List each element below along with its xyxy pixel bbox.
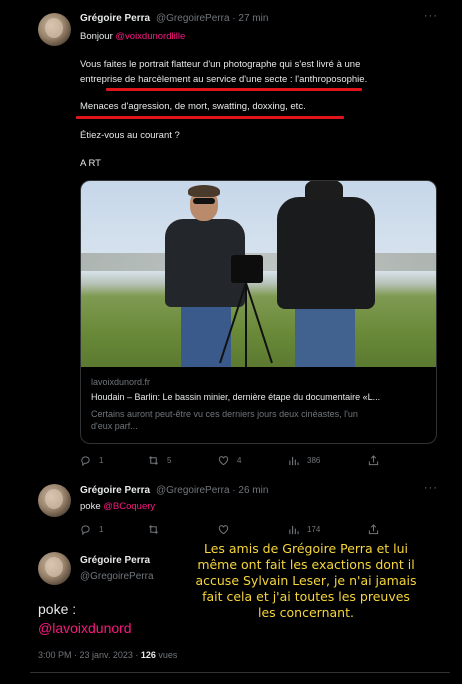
mention-link[interactable]: @voixdunordlille [115, 31, 185, 42]
author-name[interactable]: Grégoire Perra [80, 13, 150, 24]
card-domain: lavoixdunord.fr [91, 377, 151, 387]
divider [30, 672, 450, 673]
tweet-actions: 1 5 4 386 [80, 455, 390, 469]
tweet-timestamp: 3:00 PM · 23 janv. 2023 · 126 vues [38, 650, 178, 660]
link-preview-card[interactable]: lavoixdunord.fr Houdain – Barlin: Le bas… [80, 180, 437, 444]
tweet-actions: 1 174 [80, 524, 390, 538]
retweet-button[interactable] [148, 524, 159, 535]
tweet-text: poke @BCoquery [80, 501, 156, 512]
author-name[interactable]: Grégoire Perra [80, 485, 150, 496]
share-button[interactable] [368, 524, 379, 535]
reply-button[interactable]: 1 [80, 524, 103, 535]
more-options-icon[interactable]: ··· [424, 482, 438, 494]
heart-icon [218, 525, 229, 535]
reply-icon [81, 456, 90, 466]
author-avatar[interactable] [38, 552, 71, 585]
tweet-text-line: entreprise de harcèlement au service d'u… [80, 74, 368, 85]
views-chart-icon [289, 525, 299, 535]
retweet-icon [149, 456, 158, 465]
author-handle: @GregoirePerra · 26 min [156, 485, 269, 496]
views-button[interactable]: 174 [288, 524, 320, 535]
overlay-line: accuse Sylvain Leser, je n'ai jamais [195, 573, 417, 588]
more-options-icon[interactable]: ··· [424, 10, 438, 22]
tweet-2[interactable]: Grégoire Perra @GregoirePerra · 26 min ·… [0, 480, 462, 540]
tweet-1[interactable]: Grégoire Perra @GregoirePerra · 27 min ·… [0, 0, 462, 480]
views-chart-icon [289, 456, 299, 466]
overlay-line: fait cela et j'ai toutes les preuves [202, 589, 410, 604]
tweet-text-line: A RT [80, 158, 101, 169]
tweet-text-line: Étiez-vous au courant ? [80, 130, 180, 141]
tweet-greeting: Bonjour @voixdunordlille [80, 31, 186, 42]
overlay-line: les concernant. [258, 605, 354, 620]
tweet-text-line: Vous faites le portrait flatteur d'un ph… [80, 59, 361, 70]
mention-link[interactable]: @lavoixdunord [38, 620, 132, 636]
author-avatar[interactable] [38, 13, 71, 46]
red-underline [76, 116, 344, 119]
retweet-icon [149, 525, 158, 534]
overlay-line: même ont fait les exactions dont il [197, 557, 415, 572]
article-photo [81, 181, 436, 367]
card-title[interactable]: Houdain – Barlin: Le bassin minier, dern… [91, 392, 380, 402]
author-handle: @GregoirePerra [80, 571, 154, 582]
author-name[interactable]: Grégoire Perra [80, 555, 150, 566]
tweet-text-line: Menaces d'agression, de mort, swatting, … [80, 101, 306, 112]
card-description: d'eux parf... [91, 421, 138, 431]
tweet-text: poke : [38, 601, 77, 617]
author-handle: @GregoirePerra · 27 min [156, 13, 269, 24]
views-button[interactable]: 386 [288, 455, 320, 466]
reply-icon [81, 525, 90, 535]
overlay-annotation: Les amis de Grégoire Perra et lui même o… [176, 541, 436, 621]
card-description: Certains auront peut-être vu ces dernier… [91, 409, 358, 419]
share-icon [368, 455, 379, 466]
share-button[interactable] [368, 455, 379, 466]
heart-icon [218, 456, 229, 466]
mention-link[interactable]: @BCoquery [103, 501, 155, 512]
retweet-button[interactable]: 5 [148, 455, 171, 466]
views-count: 126 [140, 650, 156, 660]
overlay-line: Les amis de Grégoire Perra et lui [203, 541, 409, 556]
like-button[interactable]: 4 [218, 455, 241, 466]
reply-button[interactable]: 1 [80, 455, 103, 466]
author-avatar[interactable] [38, 484, 71, 517]
like-button[interactable] [218, 524, 229, 535]
red-underline [106, 88, 362, 91]
share-icon [368, 524, 379, 535]
